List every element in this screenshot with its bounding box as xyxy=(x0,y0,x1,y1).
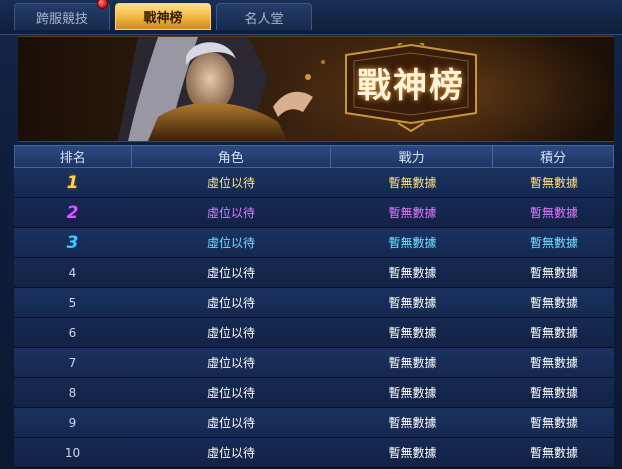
tab-label: 戰神榜 xyxy=(143,11,183,26)
tab-war-god-ranking[interactable]: 戰神榜 xyxy=(115,3,211,30)
power-cell: 暫無數據 xyxy=(388,416,437,430)
tab-bar: 跨服競技 戰神榜 名人堂 xyxy=(0,0,622,35)
rank-cell: 4 xyxy=(68,265,77,280)
header-rank: 排名 xyxy=(15,146,132,167)
rank-1-medal: 1 xyxy=(66,172,79,193)
table-row[interactable]: 5 虛位以待 暫無數據 暫無數據 xyxy=(14,288,614,318)
score-cell: 暫無數據 xyxy=(529,296,578,310)
rank-cell: 10 xyxy=(64,445,81,460)
rank-cell: 9 xyxy=(68,415,77,430)
banner-title: 戰神榜 xyxy=(357,65,465,106)
table-row[interactable]: 3 虛位以待 暫無數據 暫無數據 xyxy=(14,228,614,258)
score-cell: 暫無數據 xyxy=(529,236,578,250)
score-cell: 暫無數據 xyxy=(529,326,578,340)
header-power: 戰力 xyxy=(331,146,494,167)
score-cell: 暫無數據 xyxy=(529,386,578,400)
header-role: 角色 xyxy=(132,146,331,167)
ranking-table: 排名 角色 戰力 積分 1 虛位以待 暫無數據 暫無數據 2 虛位以待 暫無數據… xyxy=(14,145,614,468)
role-cell: 虛位以待 xyxy=(206,266,255,280)
table-header: 排名 角色 戰力 積分 xyxy=(14,145,614,168)
tab-label: 名人堂 xyxy=(244,11,284,27)
ranking-banner: 戰神榜 xyxy=(18,36,614,142)
table-row[interactable]: 6 虛位以待 暫無數據 暫無數據 xyxy=(14,318,614,348)
score-cell: 暫無數據 xyxy=(529,176,578,190)
rank-cell: 3 xyxy=(14,228,131,257)
rank-cell: 8 xyxy=(68,385,77,400)
rank-cell: 1 xyxy=(14,168,131,197)
score-cell: 暫無數據 xyxy=(529,416,578,430)
score-cell: 暫無數據 xyxy=(529,206,578,220)
rank-3-medal: 3 xyxy=(66,232,79,253)
rank-cell: 5 xyxy=(68,295,77,310)
rank-cell: 6 xyxy=(68,325,77,340)
role-cell: 虛位以待 xyxy=(206,416,255,430)
header-score: 積分 xyxy=(540,151,567,166)
role-cell: 虛位以待 xyxy=(206,236,255,250)
role-cell: 虛位以待 xyxy=(206,356,255,370)
table-row[interactable]: 7 虛位以待 暫無數據 暫無數據 xyxy=(14,348,614,378)
warrior-portrait-image xyxy=(118,37,325,141)
power-cell: 暫無數據 xyxy=(388,206,437,220)
role-cell: 虛位以待 xyxy=(206,386,255,400)
tab-cross-server-arena[interactable]: 跨服競技 xyxy=(14,3,110,30)
tab-hall-of-fame[interactable]: 名人堂 xyxy=(216,3,312,30)
table-row[interactable]: 1 虛位以待 暫無數據 暫無數據 xyxy=(14,168,614,198)
rank-cell: 7 xyxy=(68,355,77,370)
rank-cell: 2 xyxy=(14,198,131,227)
tab-label: 跨服競技 xyxy=(35,11,88,27)
role-cell: 虛位以待 xyxy=(206,446,255,460)
role-cell: 虛位以待 xyxy=(206,326,255,340)
power-cell: 暫無數據 xyxy=(388,266,437,280)
score-cell: 暫無數據 xyxy=(529,446,578,460)
power-cell: 暫無數據 xyxy=(388,386,437,400)
role-cell: 虛位以待 xyxy=(206,176,255,190)
role-cell: 虛位以待 xyxy=(206,206,255,220)
power-cell: 暫無數據 xyxy=(388,326,437,340)
table-row[interactable]: 4 虛位以待 暫無數據 暫無數據 xyxy=(14,258,614,288)
table-row[interactable]: 10 虛位以待 暫無數據 暫無數據 xyxy=(14,438,614,468)
power-cell: 暫無數據 xyxy=(388,236,437,250)
ranking-panel: 跨服競技 戰神榜 名人堂 戰神榜 排名 角色 戰力 積分 1 虛位以待 暫無數據… xyxy=(0,0,622,469)
power-cell: 暫無數據 xyxy=(388,176,437,190)
table-row[interactable]: 2 虛位以待 暫無數據 暫無數據 xyxy=(14,198,614,228)
rank-2-medal: 2 xyxy=(66,202,79,223)
power-cell: 暫無數據 xyxy=(388,446,437,460)
score-cell: 暫無數據 xyxy=(529,266,578,280)
score-cell: 暫無數據 xyxy=(529,356,578,370)
table-row[interactable]: 9 虛位以待 暫無數據 暫無數據 xyxy=(14,408,614,438)
power-cell: 暫無數據 xyxy=(388,296,437,310)
role-cell: 虛位以待 xyxy=(206,296,255,310)
power-cell: 暫無數據 xyxy=(388,356,437,370)
table-row[interactable]: 8 虛位以待 暫無數據 暫無數據 xyxy=(14,378,614,408)
